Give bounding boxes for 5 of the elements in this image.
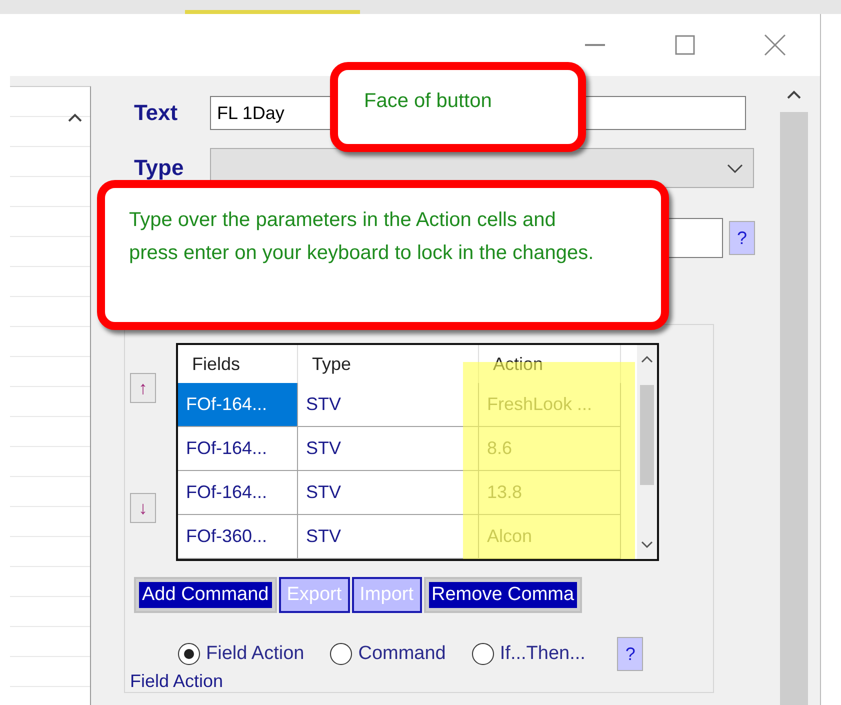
text-label: Text [134,100,179,126]
group-title: Field Action [130,671,224,691]
type-label: Type [134,155,185,181]
callout-tooltip: Type over the parameters in the Action cells and press enter on your keyboard to lock in the changes. [97,180,669,330]
callout-tooltip: Face of button [330,62,586,152]
